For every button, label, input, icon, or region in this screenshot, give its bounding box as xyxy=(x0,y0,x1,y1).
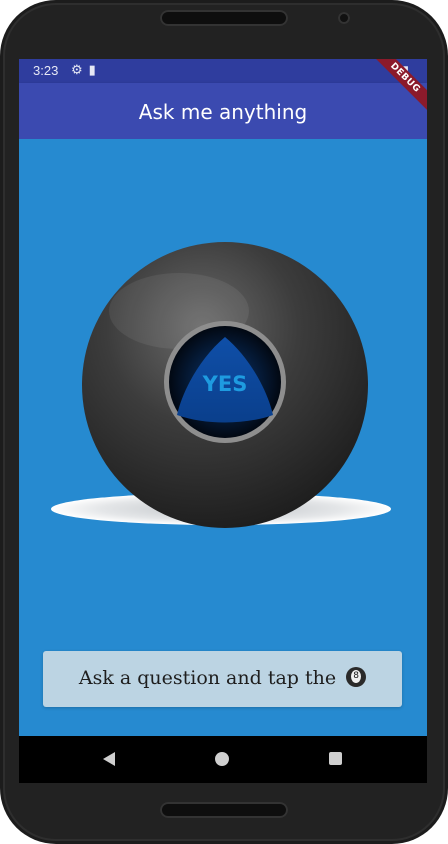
magic-8-ball-image: YES xyxy=(51,242,391,528)
ask-question-text: Ask a question and tap the xyxy=(78,667,337,689)
answer-text: YES xyxy=(202,372,248,396)
navigation-bar xyxy=(19,736,427,783)
front-camera xyxy=(338,12,350,24)
ask-question-button[interactable]: Ask a question and tap the xyxy=(43,651,402,707)
8-ball-icon xyxy=(346,667,367,687)
magic-8-ball[interactable]: YES xyxy=(49,239,397,549)
status-time: 3:23 xyxy=(33,63,59,78)
app-title: Ask me anything xyxy=(138,100,308,124)
screen: 3:23 ⚙▮ ▼▮ Ask me anything DEBUG xyxy=(19,59,427,783)
main-content: YES Ask a question and tap the xyxy=(19,139,427,736)
app-bar: Ask me anything xyxy=(19,83,427,139)
status-bar: 3:23 ⚙▮ ▼▮ xyxy=(19,59,427,83)
phone-frame: 3:23 ⚙▮ ▼▮ Ask me anything DEBUG xyxy=(0,0,448,844)
settings-icon: ⚙ xyxy=(71,62,89,77)
back-icon[interactable] xyxy=(101,751,117,767)
status-left-icons: ⚙▮ xyxy=(71,62,102,78)
ask-question-label: Ask a question and tap the xyxy=(43,667,402,689)
home-icon[interactable] xyxy=(215,752,229,766)
sd-card-icon: ▮ xyxy=(88,62,102,77)
bottom-speaker xyxy=(160,802,288,818)
recents-icon[interactable] xyxy=(329,752,342,765)
top-speaker xyxy=(160,10,288,26)
